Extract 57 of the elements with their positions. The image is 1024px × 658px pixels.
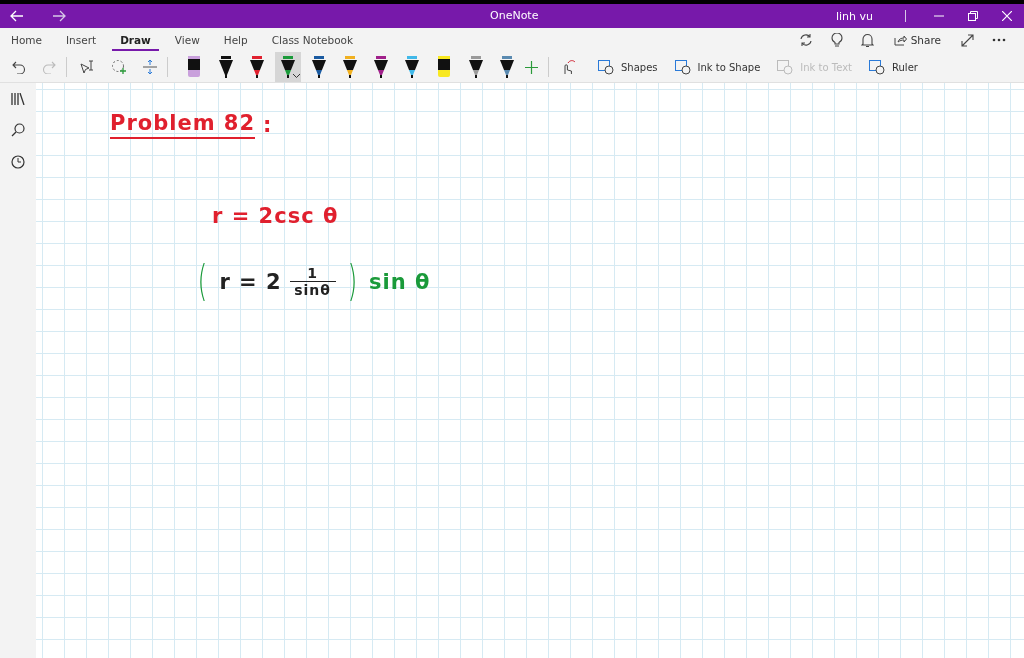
- handwritten-parenthesis: ): [347, 257, 358, 306]
- pen-icon: [374, 56, 388, 78]
- ribbon-tab[interactable]: Help: [215, 29, 256, 51]
- search-icon[interactable]: [11, 123, 25, 137]
- back-arrow-icon[interactable]: [10, 10, 24, 22]
- select-text-icon[interactable]: [79, 60, 95, 74]
- pen-icon: [281, 56, 295, 78]
- ribbon-tab[interactable]: Home: [3, 29, 50, 51]
- handwritten-parenthesis: (: [197, 257, 208, 306]
- bell-icon[interactable]: [860, 32, 874, 48]
- share-icon: [893, 34, 907, 46]
- ribbon-tool-button[interactable]: Ink to Shape: [669, 56, 765, 78]
- handwritten-text: Problem 82: [110, 111, 256, 139]
- forward-arrow-icon[interactable]: [52, 10, 66, 22]
- lasso-select-icon[interactable]: [111, 59, 127, 75]
- pen-tool[interactable]: [275, 52, 301, 82]
- ribbon-tool-button[interactable]: Shapes: [593, 56, 662, 78]
- ribbon-tool-button[interactable]: Ruler: [864, 56, 922, 78]
- shape-icon: [868, 59, 887, 75]
- pen-icon: [405, 56, 419, 78]
- touch-draw-icon[interactable]: [561, 59, 577, 75]
- restore-icon[interactable]: [968, 11, 978, 21]
- handwritten-text: sin θ: [368, 269, 431, 294]
- handwritten-numerator: 1: [307, 264, 318, 281]
- shape-icon: [673, 59, 692, 75]
- pen-icon: [500, 56, 514, 78]
- user-name[interactable]: linh vu: [835, 9, 873, 23]
- recent-clock-icon[interactable]: [11, 155, 25, 169]
- pen-icon: [469, 56, 483, 78]
- pen-icon: [250, 56, 264, 78]
- highlighter-icon: [436, 56, 452, 78]
- caret-icon: [293, 74, 300, 78]
- handwritten-text: r = 2: [219, 269, 282, 294]
- ribbon-tab[interactable]: Draw: [112, 29, 159, 51]
- ribbon-tab[interactable]: Insert: [58, 29, 105, 51]
- insert-space-icon[interactable]: [143, 59, 157, 75]
- more-icon[interactable]: [992, 38, 1006, 42]
- window-title: OneNote: [490, 9, 539, 22]
- add-pen-icon[interactable]: [525, 60, 538, 74]
- undo-icon[interactable]: [12, 60, 26, 74]
- handwritten-text: :: [263, 113, 273, 137]
- handwritten-text: r = 2csc θ: [212, 204, 339, 228]
- pen-icon: [219, 56, 233, 78]
- ribbon-tab[interactable]: View: [166, 29, 208, 51]
- sync-icon[interactable]: [798, 33, 813, 47]
- notebooks-icon[interactable]: [11, 93, 25, 105]
- ribbon-tab[interactable]: Class Notebook: [263, 29, 362, 51]
- pen-icon: [312, 56, 326, 78]
- expand-icon[interactable]: [961, 33, 974, 47]
- highlighter-icon: [186, 56, 202, 78]
- shape-icon: [597, 59, 615, 75]
- share-button[interactable]: Share: [891, 32, 943, 48]
- close-icon[interactable]: [1002, 11, 1012, 21]
- lightbulb-icon[interactable]: [830, 32, 843, 48]
- shape-icon: [776, 59, 795, 75]
- handwritten-denominator: sinθ: [294, 282, 331, 299]
- pen-icon: [343, 56, 357, 78]
